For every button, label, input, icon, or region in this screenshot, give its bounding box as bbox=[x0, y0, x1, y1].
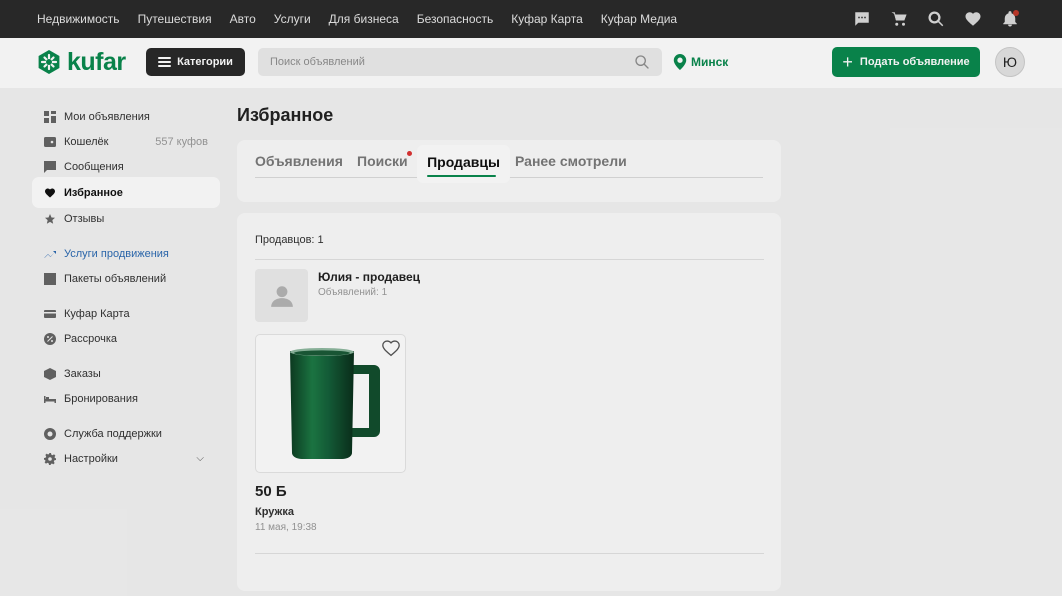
heart-icon bbox=[43, 186, 56, 199]
product-title[interactable]: Кружка bbox=[255, 506, 294, 518]
lifebuoy-icon bbox=[43, 427, 56, 440]
topbar-link-safety[interactable]: Безопасность bbox=[417, 12, 494, 26]
menu-icon bbox=[158, 57, 172, 67]
star-icon bbox=[43, 212, 56, 225]
kufar-logo-icon bbox=[38, 50, 60, 74]
tab-recently-viewed[interactable]: Ранее смотрели bbox=[515, 153, 627, 169]
divider bbox=[255, 259, 764, 260]
saved-search-icon[interactable] bbox=[926, 9, 946, 29]
user-placeholder-icon bbox=[270, 285, 293, 307]
seller-avatar[interactable] bbox=[255, 269, 308, 322]
sidebar-item-installments[interactable]: Рассрочка bbox=[36, 326, 216, 351]
sidebar-item-bookings[interactable]: Бронирования bbox=[36, 386, 216, 411]
seller-ads-count: Объявлений: 1 bbox=[318, 287, 388, 298]
sidebar-item-settings[interactable]: Настройки ⌵ bbox=[36, 446, 216, 471]
kufar-logo[interactable]: kufar bbox=[36, 48, 126, 76]
divider bbox=[255, 553, 764, 554]
sidebar-item-label: Настройки bbox=[64, 452, 118, 465]
topbar-link-auto[interactable]: Авто bbox=[230, 12, 256, 26]
bed-icon bbox=[43, 392, 56, 405]
sidebar-item-label: Бронирования bbox=[64, 392, 138, 405]
sidebar-item-support[interactable]: Служба поддержки bbox=[36, 421, 216, 446]
search-input[interactable] bbox=[258, 48, 662, 76]
tab-searches[interactable]: Поиски bbox=[357, 151, 412, 169]
topbar-link-real-estate[interactable]: Недвижимость bbox=[37, 12, 120, 26]
product-date: 11 мая, 19:38 bbox=[255, 522, 317, 533]
topbar-link-kufar-media[interactable]: Куфар Медиа bbox=[601, 12, 677, 26]
sidebar-item-reviews[interactable]: Отзывы bbox=[36, 206, 216, 231]
topbar-link-kufar-card[interactable]: Куфар Карта bbox=[511, 12, 583, 26]
sidebar-item-label: Служба поддержки bbox=[64, 427, 162, 440]
categories-button[interactable]: Категории bbox=[146, 48, 245, 76]
tab-searches-label: Поиски bbox=[357, 153, 408, 169]
chevron-down-icon[interactable]: ⌵ bbox=[196, 453, 204, 464]
topbar-link-business[interactable]: Для бизнеса bbox=[329, 12, 399, 26]
package-icon bbox=[43, 272, 56, 285]
tab-sellers[interactable]: Продавцы bbox=[417, 145, 510, 183]
sidebar-item-my-ads[interactable]: Мои объявления bbox=[36, 104, 216, 129]
city-label: Минск bbox=[691, 55, 729, 69]
wallet-icon bbox=[43, 135, 56, 148]
sellers-list: Продавцов: 1 Юлия - продавец Объявлений:… bbox=[237, 213, 781, 591]
sidebar-item-favorites[interactable]: Избранное bbox=[34, 179, 218, 206]
topbar-link-travel[interactable]: Путешествия bbox=[138, 12, 212, 26]
grid-icon bbox=[43, 110, 56, 123]
top-navigation-bar: Недвижимость Путешествия Авто Услуги Для… bbox=[0, 0, 1062, 38]
search-box bbox=[258, 48, 662, 76]
city-selector[interactable]: Минск bbox=[673, 48, 728, 76]
sidebar-item-label: Рассрочка bbox=[64, 332, 117, 345]
user-avatar-button[interactable]: Ю bbox=[995, 47, 1025, 77]
account-sidebar: Мои объявления Кошелёк 557 куфов Сообщен… bbox=[34, 104, 218, 471]
sidebar-item-orders[interactable]: Заказы bbox=[36, 361, 216, 386]
wallet-balance: 557 куфов bbox=[155, 135, 208, 148]
sidebar-item-label: Пакеты объявлений bbox=[64, 272, 167, 285]
sidebar-item-label: Мои объявления bbox=[64, 110, 150, 123]
active-tab-underline bbox=[427, 175, 496, 177]
cart-icon[interactable] bbox=[889, 9, 909, 29]
seller-name[interactable]: Юлия - продавец bbox=[318, 270, 420, 284]
main-header: kufar Категории Минск + Подать объявлени… bbox=[0, 38, 1062, 88]
categories-label: Категории bbox=[177, 56, 233, 68]
logo-text: kufar bbox=[67, 47, 126, 76]
search-icon[interactable] bbox=[634, 54, 650, 70]
messages-icon[interactable] bbox=[852, 9, 872, 29]
new-indicator-dot bbox=[406, 151, 412, 156]
sidebar-item-label: Заказы bbox=[64, 367, 101, 380]
sidebar-item-label: Куфар Карта bbox=[64, 307, 130, 320]
post-ad-label: Подать объявление bbox=[859, 56, 970, 68]
location-pin-icon bbox=[673, 54, 687, 70]
gear-icon bbox=[43, 452, 56, 465]
tab-sellers-label: Продавцы bbox=[427, 154, 500, 170]
favorite-heart-icon[interactable] bbox=[381, 339, 401, 357]
sellers-count: Продавцов: 1 bbox=[255, 234, 324, 246]
sidebar-item-label: Избранное bbox=[64, 186, 123, 199]
plus-icon: + bbox=[842, 52, 853, 72]
box-icon bbox=[43, 367, 56, 380]
post-ad-button[interactable]: + Подать объявление bbox=[832, 47, 980, 77]
trend-up-icon bbox=[43, 247, 56, 260]
sidebar-item-label: Кошелёк bbox=[64, 135, 109, 148]
sidebar-item-kufar-card[interactable]: Куфар Карта bbox=[36, 301, 216, 326]
chat-icon bbox=[43, 160, 56, 173]
sidebar-item-messages[interactable]: Сообщения bbox=[36, 154, 216, 179]
sidebar-item-promotion-services[interactable]: Услуги продвижения bbox=[36, 241, 216, 266]
sidebar-item-label: Отзывы bbox=[64, 212, 105, 225]
sidebar-item-wallet[interactable]: Кошелёк 557 куфов bbox=[36, 129, 216, 154]
topbar-link-services[interactable]: Услуги bbox=[274, 12, 311, 26]
card-icon bbox=[43, 307, 56, 320]
product-price: 50 Б bbox=[255, 483, 287, 500]
tab-listings[interactable]: Объявления bbox=[255, 153, 343, 169]
sidebar-item-label: Услуги продвижения bbox=[64, 247, 169, 260]
notifications-bell-icon[interactable] bbox=[1000, 9, 1020, 29]
installment-icon bbox=[43, 332, 56, 345]
favorites-tabs: Объявления Поиски Продавцы Ранее смотрел… bbox=[237, 140, 781, 202]
notification-dot bbox=[1013, 10, 1019, 16]
page-title: Избранное bbox=[237, 105, 334, 125]
sidebar-item-label: Сообщения bbox=[64, 160, 124, 173]
favorites-heart-icon[interactable] bbox=[963, 9, 983, 29]
sidebar-item-ad-packages[interactable]: Пакеты объявлений bbox=[36, 266, 216, 291]
